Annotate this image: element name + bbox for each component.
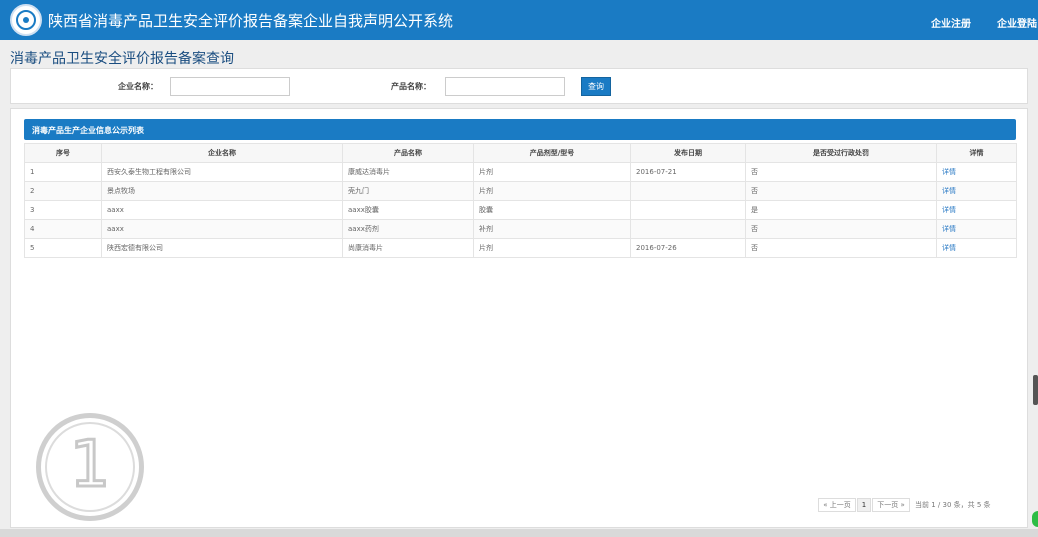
search-panel: 企业名称： 产品名称： 查询 [10,68,1028,104]
scrollbar-thumb[interactable] [1033,375,1038,405]
cell-dosage-form: 胶囊 [473,200,631,220]
column-header-dosage-form: 产品剂型/型号 [473,143,631,163]
cell-penalty: 否 [745,162,937,182]
results-panel: 消毒产品生产企业信息公示列表 序号 企业名称 产品名称 产品剂型/型号 发布日期… [10,108,1028,528]
table-row: 3 aaxx aaxx胶囊 胶囊 是 详情 [24,200,1017,220]
cell-penalty: 否 [745,219,937,239]
table-row: 1 西安久泰生物工程有限公司 康威达消毒片 片剂 2016-07-21 否 详情 [24,162,1017,182]
company-name-input[interactable] [170,77,290,96]
table-row: 2 景点牧场 壳九门 片剂 否 详情 [24,181,1017,201]
table-row: 4 aaxx aaxx药剂 补剂 否 详情 [24,219,1017,239]
column-header-index: 序号 [24,143,102,163]
cell-publish-date: 2016-07-26 [630,238,746,258]
query-button[interactable]: 查询 [581,77,611,96]
top-navigation-bar: 陕西省消毒产品卫生安全评价报告备案企业自我声明公开系统 企业注册 企业登陆 [0,0,1038,40]
current-page-button[interactable]: 1 [857,498,871,512]
cell-company: aaxx [101,219,343,239]
detail-link[interactable]: 详情 [936,162,1017,182]
cell-product: aaxx药剂 [342,219,474,239]
column-header-company: 企业名称 [101,143,343,163]
cell-publish-date [630,181,746,201]
product-name-label: 产品名称： [391,82,431,91]
table-row: 5 陕西宏德有限公司 尚康消毒片 片剂 2016-07-26 否 详情 [24,238,1017,258]
cell-index: 3 [24,200,102,220]
product-name-input[interactable] [445,77,565,96]
floating-widget-icon[interactable] [1032,511,1038,527]
cell-dosage-form: 片剂 [473,238,631,258]
cell-penalty: 是 [745,200,937,220]
cell-dosage-form: 片剂 [473,162,631,182]
bottom-strip [0,529,1038,537]
detail-link[interactable]: 详情 [936,238,1017,258]
cell-company: 陕西宏德有限公司 [101,238,343,258]
cell-company: 西安久泰生物工程有限公司 [101,162,343,182]
results-table: 序号 企业名称 产品名称 产品剂型/型号 发布日期 是否受过行政处罚 详情 1 … [24,143,1017,258]
step-number: 1 [68,428,112,502]
cell-penalty: 否 [745,181,937,201]
table-header-row: 序号 企业名称 产品名称 产品剂型/型号 发布日期 是否受过行政处罚 详情 [24,143,1017,163]
cell-index: 4 [24,219,102,239]
cell-index: 2 [24,181,102,201]
column-header-penalty: 是否受过行政处罚 [745,143,937,163]
cell-product: 康威达消毒片 [342,162,474,182]
step-number-watermark: 1 [36,413,144,521]
column-header-product: 产品名称 [342,143,474,163]
register-link[interactable]: 企业注册 [931,15,971,30]
previous-page-button[interactable]: « 上一页 [818,498,856,512]
next-page-button[interactable]: 下一页 » [872,498,910,512]
list-title: 消毒产品生产企业信息公示列表 [32,126,144,135]
column-header-publish-date: 发布日期 [630,143,746,163]
cell-product: 壳九门 [342,181,474,201]
company-name-label: 企业名称： [118,82,158,91]
emblem-logo-icon [10,4,42,36]
list-header-bar: 消毒产品生产企业信息公示列表 [24,119,1016,140]
app-title: 陕西省消毒产品卫生安全评价报告备案企业自我声明公开系统 [48,12,454,30]
page-title: 消毒产品卫生安全评价报告备案查询 [10,51,234,67]
pagination-info: 当前 1 / 30 条，共 5 条 [915,501,991,509]
detail-link[interactable]: 详情 [936,219,1017,239]
cell-publish-date [630,219,746,239]
detail-link[interactable]: 详情 [936,200,1017,220]
cell-company: aaxx [101,200,343,220]
column-header-detail: 详情 [936,143,1017,163]
cell-dosage-form: 补剂 [473,219,631,239]
cell-penalty: 否 [745,238,937,258]
login-link[interactable]: 企业登陆 [997,15,1037,30]
cell-product: 尚康消毒片 [342,238,474,258]
detail-link[interactable]: 详情 [936,181,1017,201]
cell-product: aaxx胶囊 [342,200,474,220]
cell-dosage-form: 片剂 [473,181,631,201]
cell-publish-date: 2016-07-21 [630,162,746,182]
cell-publish-date [630,200,746,220]
cell-company: 景点牧场 [101,181,343,201]
cell-index: 5 [24,238,102,258]
cell-index: 1 [24,162,102,182]
